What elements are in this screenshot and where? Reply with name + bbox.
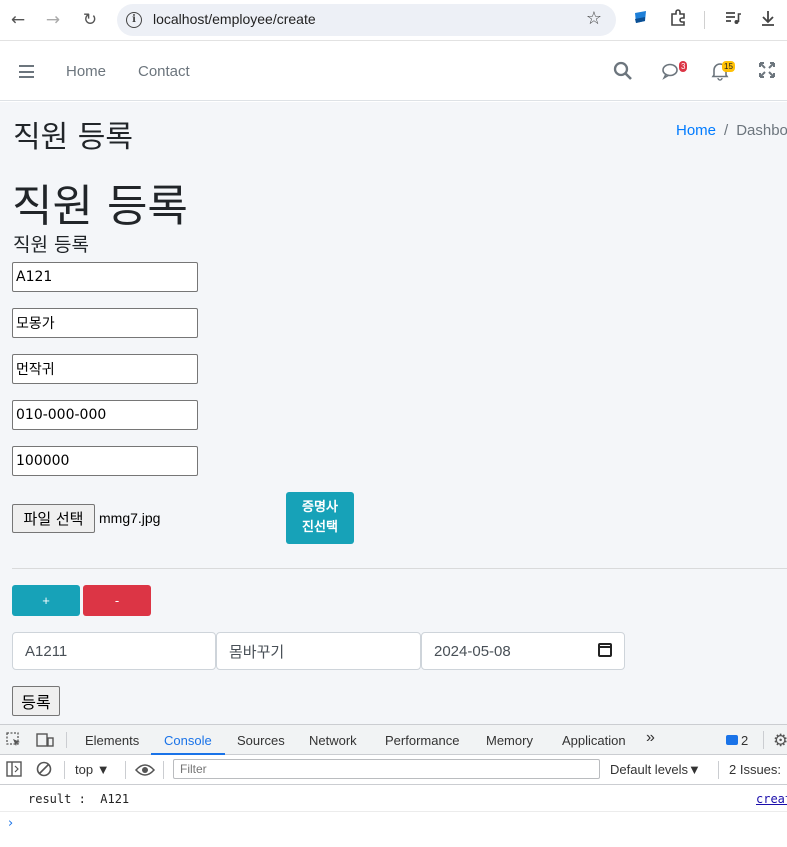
device-toolbar-icon[interactable] — [36, 732, 54, 752]
console-log-message: result : A121 — [28, 792, 130, 806]
live-expression-eye-icon[interactable] — [134, 762, 156, 781]
tab-performance[interactable]: Performance — [385, 733, 459, 748]
context-value: top — [75, 762, 94, 777]
browser-toolbar: ← → ↻ i localhost/employee/create ☆ — [0, 0, 787, 41]
tab-network[interactable]: Network — [309, 733, 357, 748]
toolbar-divider-4 — [718, 761, 719, 779]
emp-phone-input[interactable] — [12, 400, 198, 430]
content-bottom-gap — [0, 716, 787, 724]
submit-button[interactable]: 등록 — [12, 686, 60, 716]
breadcrumb-separator: / — [724, 122, 729, 139]
messages-badge: 3 — [679, 61, 688, 72]
toolbar-divider-1 — [64, 761, 65, 779]
emp-name-input[interactable] — [12, 308, 198, 338]
emp-id-input[interactable] — [12, 262, 198, 292]
devtools-panel: Elements Console Sources Network Perform… — [0, 724, 787, 847]
breadcrumb: Home / Dashbo — [676, 122, 787, 139]
form-heading: 직원 등록 — [12, 181, 188, 232]
menu-toggle-icon[interactable] — [19, 65, 34, 78]
select-photo-label-line2: 진선택 — [302, 520, 338, 535]
content-wrapper: 직원 등록 Home / Dashbo 직원 등록 직원 등록 파일 선택 mmg7… — [0, 102, 787, 716]
messages-count-icon[interactable] — [726, 735, 738, 745]
tab-application[interactable]: Application — [562, 733, 626, 748]
tab-divider-right — [763, 731, 764, 749]
log-levels-value: Default levels — [610, 762, 689, 777]
console-log-source-link[interactable]: creat — [756, 792, 787, 806]
tab-sources[interactable]: Sources — [237, 733, 285, 748]
calendar-icon[interactable] — [598, 643, 612, 657]
nav-link-home[interactable]: Home — [66, 63, 106, 80]
bookmark-star-icon[interactable]: ☆ — [586, 8, 602, 29]
extensions-puzzle-icon[interactable] — [669, 9, 687, 31]
inspect-element-icon[interactable] — [6, 732, 22, 752]
app-navbar: Home Contact 3 15 — [0, 44, 787, 101]
console-prompt-chevron-icon[interactable]: › — [8, 816, 13, 831]
clear-console-icon[interactable] — [36, 761, 52, 781]
search-icon[interactable] — [613, 61, 635, 83]
file-select-button[interactable]: 파일 선택 — [12, 504, 95, 533]
nav-link-contact[interactable]: Contact — [138, 63, 190, 80]
toolbar-divider-3 — [163, 761, 164, 779]
row-code-input[interactable] — [12, 632, 216, 670]
add-row-button[interactable]: + — [12, 585, 80, 616]
toolbar-divider-2 — [125, 761, 126, 779]
emp-salary-input[interactable] — [12, 446, 198, 476]
page-title: 직원 등록 — [13, 120, 133, 155]
download-icon[interactable] — [759, 9, 777, 31]
console-toolbar: top ▼ Default levels▼ 2 Issues: — [0, 755, 787, 785]
reload-icon[interactable]: ↻ — [79, 9, 101, 31]
breadcrumb-current: Dashbo — [736, 122, 787, 139]
url-text[interactable]: localhost/employee/create — [153, 11, 316, 27]
remove-row-button[interactable]: - — [83, 585, 151, 616]
row-item-input[interactable] — [216, 632, 421, 670]
notifications-badge: 15 — [722, 61, 735, 72]
tab-memory[interactable]: Memory — [486, 733, 533, 748]
issues-count[interactable]: 2 Issues: — [729, 762, 781, 777]
console-filter-input[interactable] — [173, 759, 600, 779]
select-photo-button[interactable]: 증명사 진선택 — [286, 492, 354, 544]
row-date-value: 2024-05-08 — [434, 643, 511, 660]
more-tabs-chevron-icon[interactable]: » — [646, 729, 655, 747]
divider — [12, 568, 787, 569]
tab-divider — [66, 732, 67, 748]
site-info-icon[interactable]: i — [126, 12, 142, 28]
emp-nickname-input[interactable] — [12, 354, 198, 384]
settings-gear-icon[interactable]: ⚙ — [773, 731, 787, 751]
back-arrow-icon[interactable]: ← — [7, 9, 29, 31]
console-log-entry: result : A121 creat — [0, 786, 787, 812]
media-queue-icon[interactable] — [724, 9, 742, 31]
sidebar-toggle-icon[interactable] — [6, 761, 22, 781]
devtools-tabbar: Elements Console Sources Network Perform… — [0, 724, 787, 755]
breadcrumb-home-link[interactable]: Home — [676, 122, 716, 139]
toolbar-divider — [704, 11, 705, 29]
extension-icon[interactable] — [633, 9, 649, 29]
address-bar[interactable]: i localhost/employee/create ☆ — [117, 4, 616, 36]
selected-file-name: mmg7.jpg — [99, 510, 161, 526]
select-photo-label-line1: 증명사 — [302, 500, 338, 515]
row-date-input[interactable]: 2024-05-08 — [421, 632, 625, 670]
log-levels-dropdown[interactable]: Default levels▼ — [610, 762, 701, 777]
messages-count[interactable]: 2 — [741, 733, 748, 748]
form-subheading: 직원 등록 — [13, 234, 89, 256]
context-selector[interactable]: top ▼ — [75, 762, 110, 777]
tab-elements[interactable]: Elements — [85, 733, 139, 748]
fullscreen-icon[interactable] — [758, 61, 780, 83]
forward-arrow-icon[interactable]: → — [42, 9, 64, 31]
tab-console[interactable]: Console — [164, 733, 212, 748]
